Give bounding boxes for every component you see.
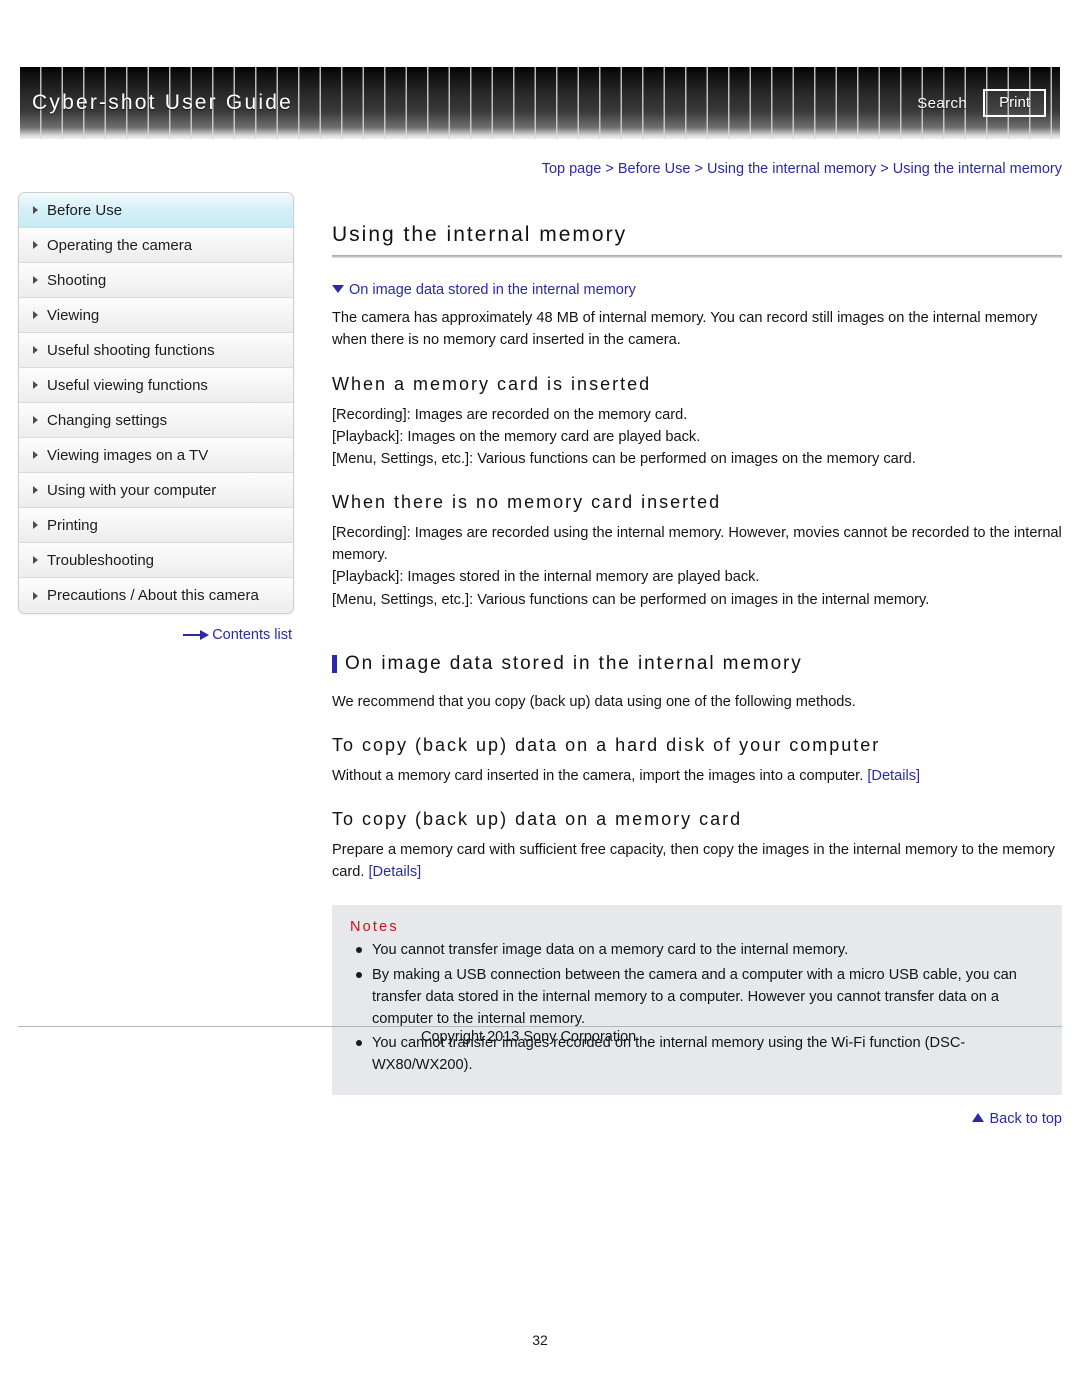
sidebar-item-viewing[interactable]: Viewing: [19, 298, 293, 333]
sidebar-item-changing-settings[interactable]: Changing settings: [19, 403, 293, 438]
triangle-right-icon: [33, 241, 38, 249]
site-header-banner: Cyber-shot User Guide Search Print: [20, 67, 1060, 139]
sidebar-item-viewing-images-on-a-tv[interactable]: Viewing images on a TV: [19, 438, 293, 473]
section-heading-on-image-data: On image data stored in the internal mem…: [332, 653, 1062, 675]
back-to-top-link[interactable]: Back to top: [332, 1111, 1062, 1127]
notes-title: Notes: [350, 919, 399, 936]
search-button[interactable]: Search: [917, 95, 967, 112]
triangle-right-icon: [33, 346, 38, 354]
sub1-line-menu: [Menu, Settings, etc.]: Various function…: [332, 450, 916, 467]
sidebar-item-label: Viewing images on a TV: [47, 447, 209, 464]
triangle-right-icon: [33, 381, 38, 389]
site-title: Cyber-shot User Guide: [32, 91, 293, 114]
sidebar-item-label: Viewing: [47, 307, 100, 324]
triangle-right-icon: [33, 206, 38, 214]
notes-list: You cannot transfer image data on a memo…: [350, 939, 1044, 1076]
sidebar-item-label: Useful shooting functions: [47, 342, 215, 359]
title-divider: [332, 255, 1062, 259]
sub2-line-recording: [Recording]: Images are recorded using t…: [332, 525, 1062, 564]
sidebar-item-label: Precautions / About this camera: [47, 587, 259, 604]
triangle-down-icon: [332, 285, 344, 294]
sidebar-item-label: Operating the camera: [47, 237, 193, 254]
breadcrumb-separator: >: [876, 161, 893, 177]
sidebar-item-label: Useful viewing functions: [47, 377, 208, 394]
breadcrumb-separator: >: [690, 161, 707, 177]
sidebar-navigation: Before Use Operating the camera Shooting…: [18, 192, 294, 614]
copyright-text: Copyright 2013 Sony Corporation: [421, 1029, 637, 1045]
anchor-link-on-image-data[interactable]: On image data stored in the internal mem…: [332, 282, 1062, 298]
breadcrumb-item-before-use[interactable]: Before Use: [618, 161, 691, 177]
triangle-right-icon: [33, 521, 38, 529]
main-content: Using the internal memory On image data …: [332, 192, 1062, 1127]
sidebar-item-label: Before Use: [47, 202, 123, 219]
page-title: Using the internal memory: [332, 223, 628, 246]
subheading-copy-to-memory-card: To copy (back up) data on a memory card: [332, 809, 743, 830]
details-link-hard-disk[interactable]: [Details]: [867, 768, 920, 784]
print-button[interactable]: Print: [983, 89, 1046, 117]
sidebar-item-label: Printing: [47, 517, 98, 534]
contents-list-label: Contents list: [212, 627, 292, 643]
triangle-right-icon: [33, 276, 38, 284]
sidebar-item-operating-the-camera[interactable]: Operating the camera: [19, 228, 293, 263]
breadcrumb-separator: >: [601, 161, 618, 177]
sidebar-item-useful-shooting-functions[interactable]: Useful shooting functions: [19, 333, 293, 368]
triangle-right-icon: [33, 311, 38, 319]
sub4-paragraph: Prepare a memory card with sufficient fr…: [332, 839, 1062, 883]
notes-box: Notes You cannot transfer image data on …: [332, 905, 1062, 1095]
arrow-right-icon: [183, 630, 210, 641]
sub2-line-playback: [Playback]: Images stored in the interna…: [332, 569, 760, 586]
triangle-right-icon: [33, 591, 38, 600]
sidebar-item-printing[interactable]: Printing: [19, 508, 293, 543]
breadcrumb-item-using-internal-memory[interactable]: Using the internal memory: [707, 161, 876, 177]
intro-paragraph: The camera has approximately 48 MB of in…: [332, 310, 1038, 349]
page-number: 32: [532, 1332, 548, 1348]
contents-list-link[interactable]: Contents list: [18, 627, 292, 643]
list-item: By making a USB connection between the c…: [350, 964, 1044, 1031]
sub1-line-recording: [Recording]: Images are recorded on the …: [332, 406, 688, 423]
sidebar-item-label: Using with your computer: [47, 482, 217, 499]
subheading-copy-to-hard-disk: To copy (back up) data on a hard disk of…: [332, 734, 881, 755]
sub2-line-menu: [Menu, Settings, etc.]: Various function…: [332, 591, 930, 608]
breadcrumb: Top page > Before Use > Using the intern…: [0, 161, 1062, 177]
sidebar-item-troubleshooting[interactable]: Troubleshooting: [19, 543, 293, 578]
sidebar-item-using-with-your-computer[interactable]: Using with your computer: [19, 473, 293, 508]
sidebar-item-before-use[interactable]: Before Use: [19, 193, 293, 228]
sub1-line-playback: [Playback]: Images on the memory card ar…: [332, 428, 701, 445]
sidebar-item-label: Troubleshooting: [47, 552, 155, 569]
back-to-top-label: Back to top: [989, 1110, 1062, 1127]
triangle-right-icon: [33, 416, 38, 424]
header-actions: Search Print: [917, 89, 1046, 117]
sidebar-item-label: Changing settings: [47, 412, 168, 429]
details-link-memory-card[interactable]: [Details]: [369, 864, 422, 880]
footer-divider: [18, 1026, 1062, 1027]
triangle-right-icon: [33, 451, 38, 459]
subheading-when-no-memory-card-inserted: When there is no memory card inserted: [332, 492, 722, 513]
sidebar-item-useful-viewing-functions[interactable]: Useful viewing functions: [19, 368, 293, 403]
triangle-right-icon: [33, 486, 38, 494]
sub3-text: Without a memory card inserted in the ca…: [332, 767, 868, 784]
section-paragraph: We recommend that you copy (back up) dat…: [332, 693, 856, 710]
list-item: You cannot transfer image data on a memo…: [350, 939, 1044, 961]
sidebar-item-label: Shooting: [47, 272, 107, 289]
sidebar-item-shooting[interactable]: Shooting: [19, 263, 293, 298]
triangle-up-icon: [972, 1113, 985, 1123]
breadcrumb-item-current[interactable]: Using the internal memory: [893, 161, 1062, 177]
triangle-right-icon: [33, 556, 38, 564]
sub3-paragraph: Without a memory card inserted in the ca…: [332, 765, 1062, 787]
breadcrumb-item-top-page[interactable]: Top page: [542, 161, 602, 177]
sub4-text: Prepare a memory card with sufficient fr…: [332, 842, 1055, 881]
subheading-when-memory-card-inserted: When a memory card is inserted: [332, 373, 652, 394]
anchor-link-label: On image data stored in the internal mem…: [349, 282, 636, 299]
sidebar-item-precautions-about-this-camera[interactable]: Precautions / About this camera: [19, 578, 293, 613]
